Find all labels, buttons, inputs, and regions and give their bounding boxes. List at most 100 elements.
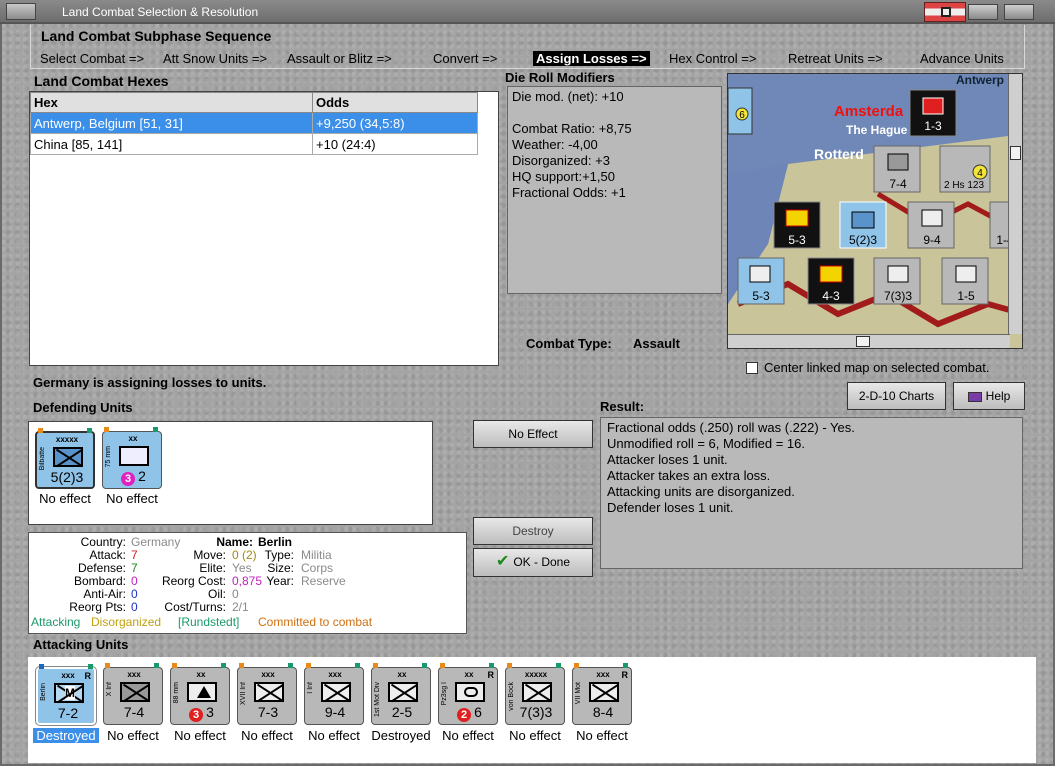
unit-value: 3 bbox=[206, 704, 214, 720]
odds-cell: +10 (24:4) bbox=[312, 133, 478, 155]
map-vertical-scroll-thumb[interactable] bbox=[1010, 146, 1021, 160]
unit-value: 7-3 bbox=[257, 704, 279, 720]
unit-name: X Inf bbox=[106, 682, 113, 697]
ok-done-label: OK - Done bbox=[513, 555, 571, 569]
unit-reserve-mark: R bbox=[84, 671, 92, 681]
germany-flag-icon bbox=[924, 2, 966, 22]
combat-type-label: Combat Type: bbox=[526, 336, 612, 351]
unit-status: No effect bbox=[308, 728, 360, 743]
help-button[interactable]: Help bbox=[953, 382, 1025, 410]
map-counter-value: 1-3 bbox=[924, 119, 942, 133]
close-button[interactable] bbox=[1004, 4, 1034, 20]
map-counter-value: 1-5 bbox=[957, 289, 975, 303]
system-menu-button[interactable] bbox=[6, 3, 36, 20]
center-map-checkbox[interactable] bbox=[746, 362, 758, 374]
status-text: Germany is assigning losses to units. bbox=[33, 375, 267, 390]
map-aircraft-number: 4 bbox=[977, 168, 983, 179]
info-footer-attacking: Attacking bbox=[31, 615, 81, 629]
map-counter[interactable]: 5-3 bbox=[737, 257, 785, 305]
unit-size: xxxxx bbox=[524, 670, 548, 679]
info-year-key: Year: bbox=[266, 574, 294, 588]
unit-value: 7-2 bbox=[57, 705, 79, 721]
result-line: Unmodified roll = 6, Modified = 16. bbox=[607, 436, 805, 451]
unit-name: XVII Inf bbox=[240, 682, 247, 705]
unit-symbol-letter: M bbox=[65, 686, 75, 700]
result-line: Attacker loses 1 unit. bbox=[607, 452, 728, 467]
map-vertical-scrollbar[interactable] bbox=[1008, 74, 1022, 334]
diemod-label: Die Roll Modifiers bbox=[505, 70, 615, 85]
no-effect-button[interactable]: No Effect bbox=[473, 420, 593, 448]
attacking-unit[interactable]: xxx I Inf 9-4 bbox=[304, 663, 364, 725]
unit-value: 2-5 bbox=[391, 704, 413, 720]
unit-name: Pz3sg I bbox=[441, 682, 448, 706]
map-counter[interactable]: 5-3 bbox=[773, 201, 821, 249]
map-counter[interactable]: 1-3 bbox=[909, 89, 957, 137]
map-counter-value: 5(2)3 bbox=[849, 233, 877, 247]
map-counter[interactable]: 4-3 bbox=[807, 257, 855, 305]
unit-status: Destroyed bbox=[33, 728, 99, 743]
ok-done-button[interactable]: ✔ OK - Done bbox=[473, 548, 593, 577]
map-counter[interactable]: 7-4 bbox=[873, 145, 921, 193]
step-convert: Convert => bbox=[433, 51, 498, 66]
diemod-line: Combat Ratio: +8,75 bbox=[512, 121, 632, 136]
result-line: Attacking units are disorganized. bbox=[607, 484, 795, 499]
defending-unit[interactable]: xxxxx Bilbatte 5(2)3 bbox=[35, 428, 95, 489]
attacking-unit[interactable]: xx 88 mm 3 3 bbox=[170, 663, 230, 725]
attacking-unit[interactable]: xxx R Berlin M 7-2 bbox=[35, 664, 97, 726]
map-counter-selected[interactable]: 5(2)3 bbox=[839, 201, 887, 249]
attacking-unit[interactable]: xxx X Inf 7-4 bbox=[103, 663, 163, 725]
unit-size: xx bbox=[397, 670, 407, 679]
map-label-amsterdam: Amsterda bbox=[834, 103, 904, 120]
destroy-button[interactable]: Destroy bbox=[473, 517, 593, 545]
table-row[interactable]: China [85, 141] +10 (24:4) bbox=[30, 133, 478, 155]
unit-name: I Inf bbox=[307, 682, 314, 694]
unit-value: 6 bbox=[474, 704, 482, 720]
attacking-unit[interactable]: xxx XVII Inf 7-3 bbox=[237, 663, 297, 725]
map-label-the-hague: The Hague bbox=[846, 123, 908, 137]
unit-reserve-mark: R bbox=[621, 670, 629, 680]
defending-units-panel: xxxxx Bilbatte 5(2)3 No effect xx 75 mm … bbox=[28, 421, 433, 525]
charts-button[interactable]: 2-D-10 Charts bbox=[847, 382, 946, 410]
col-hex[interactable]: Hex bbox=[30, 92, 313, 113]
unit-value: 7-4 bbox=[123, 704, 145, 720]
info-cost-value: 2/1 bbox=[232, 600, 249, 614]
unit-reserve-mark: R bbox=[487, 670, 495, 680]
unit-value: 9-4 bbox=[324, 704, 346, 720]
unit-size: xx bbox=[196, 670, 206, 679]
map-counter[interactable]: 9-4 bbox=[907, 201, 955, 249]
window-title: Land Combat Selection & Resolution bbox=[62, 5, 259, 19]
defending-unit[interactable]: xx 75 mm 3 2 bbox=[102, 427, 162, 489]
table-row[interactable]: Antwerp, Belgium [51, 31] +9,250 (34,5:8… bbox=[30, 112, 478, 134]
col-odds[interactable]: Odds bbox=[312, 92, 478, 113]
unit-name: Berlin bbox=[40, 683, 47, 701]
linked-map[interactable]: 6 Amsterda The Hague Rotterd Antwerp 1-3… bbox=[727, 73, 1023, 349]
diemod-line: Fractional Odds: +1 bbox=[512, 185, 626, 200]
diemod-line: HQ support:+1,50 bbox=[512, 169, 615, 184]
map-aircraft[interactable]: 4 2 Hs 123 bbox=[939, 145, 991, 193]
minimize-button[interactable] bbox=[968, 4, 998, 20]
odds-cell: +9,250 (34,5:8) bbox=[312, 112, 478, 134]
info-reorg-key: Reorg Pts: bbox=[69, 600, 126, 614]
unit-status: No effect bbox=[241, 728, 293, 743]
map-horizontal-scroll-thumb[interactable] bbox=[856, 336, 870, 347]
map-horizontal-scrollbar[interactable] bbox=[728, 334, 1010, 348]
map-port-number: 6 bbox=[739, 110, 745, 121]
map-counter[interactable]: 1-5 bbox=[941, 257, 989, 305]
attacking-unit[interactable]: xxx R VII Mot 8-4 bbox=[572, 663, 632, 725]
map-counter[interactable]: 7(3)3 bbox=[873, 257, 921, 305]
result-line: Attacker takes an extra loss. bbox=[607, 468, 771, 483]
attacking-unit[interactable]: xx R Pz3sg I 2 6 bbox=[438, 663, 498, 725]
result-line: Defender loses 1 unit. bbox=[607, 500, 734, 515]
antitank-symbol-icon bbox=[455, 682, 485, 702]
hq-symbol-icon bbox=[522, 682, 552, 702]
info-country-value: Germany bbox=[131, 535, 181, 549]
hexes-label: Land Combat Hexes bbox=[34, 73, 169, 89]
attacking-unit[interactable]: xxxxx von Bock 7(3)3 bbox=[505, 663, 565, 725]
unit-value: 8-4 bbox=[592, 704, 614, 720]
map-counter-value: 7(3)3 bbox=[884, 289, 912, 303]
step-advance-units: Advance Units bbox=[920, 51, 1004, 66]
map-counter-value: 4-3 bbox=[822, 289, 840, 303]
map-canvas: 6 Amsterda The Hague Rotterd Antwerp 1-3… bbox=[728, 74, 1022, 348]
attacking-unit[interactable]: xx 1st Mot Div 2-5 bbox=[371, 663, 431, 725]
unit-size: xxx bbox=[127, 670, 141, 679]
